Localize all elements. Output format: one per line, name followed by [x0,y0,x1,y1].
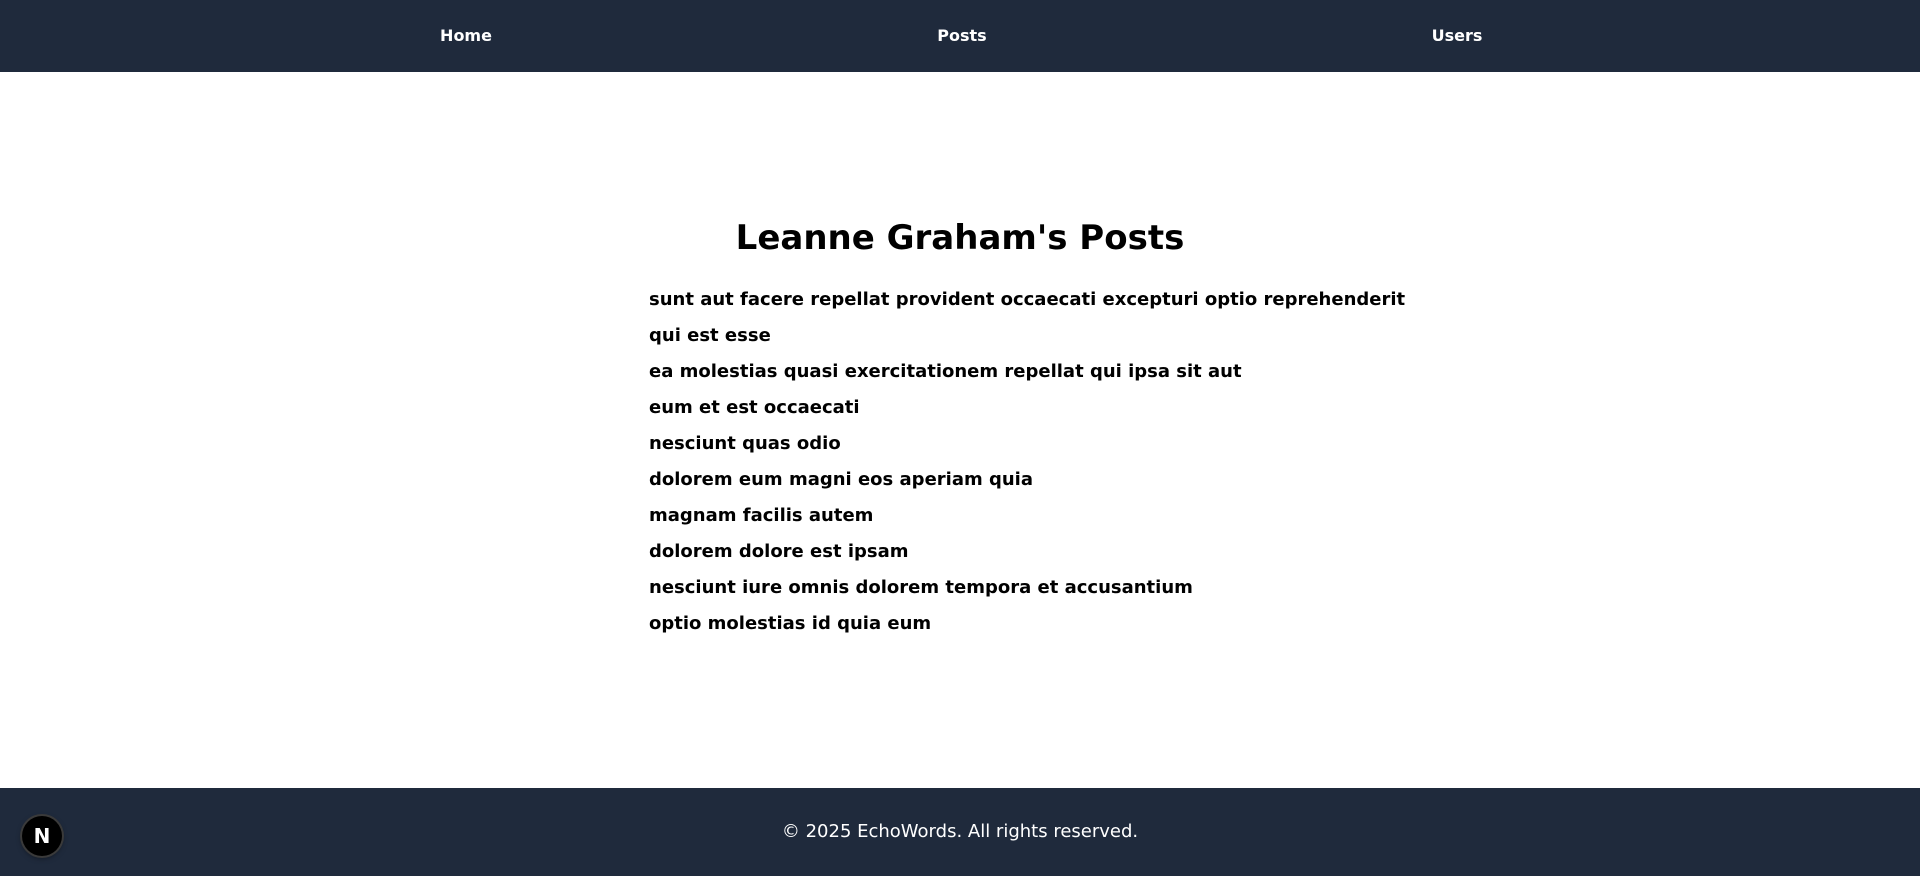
post-item[interactable]: dolorem dolore est ipsam [649,534,1405,570]
post-item[interactable]: nesciunt iure omnis dolorem tempora et a… [649,570,1405,606]
posts-list: sunt aut facere repellat provident occae… [649,282,1405,642]
nextjs-logo-icon[interactable]: N [22,816,62,856]
top-navigation-bar: Home Posts Users [0,0,1920,72]
nav-link-users[interactable]: Users [1432,0,1483,72]
post-item[interactable]: magnam facilis autem [649,498,1405,534]
post-item[interactable]: eum et est occaecati [649,390,1405,426]
page-title: Leanne Graham's Posts [735,218,1185,258]
post-item[interactable]: sunt aut facere repellat provident occae… [649,282,1405,318]
post-item[interactable]: ea molestias quasi exercitationem repell… [649,354,1405,390]
footer-copyright: © 2025 EchoWords. All rights reserved. [781,821,1139,842]
nav-link-posts[interactable]: Posts [937,0,986,72]
post-item[interactable]: qui est esse [649,318,1405,354]
page-footer: © 2025 EchoWords. All rights reserved. [0,788,1920,876]
post-item[interactable]: nesciunt quas odio [649,426,1405,462]
main-content: Leanne Graham's Posts sunt aut facere re… [0,72,1920,788]
nav-link-home[interactable]: Home [440,0,492,72]
post-item[interactable]: optio molestias id quia eum [649,606,1405,642]
post-item[interactable]: dolorem eum magni eos aperiam quia [649,462,1405,498]
